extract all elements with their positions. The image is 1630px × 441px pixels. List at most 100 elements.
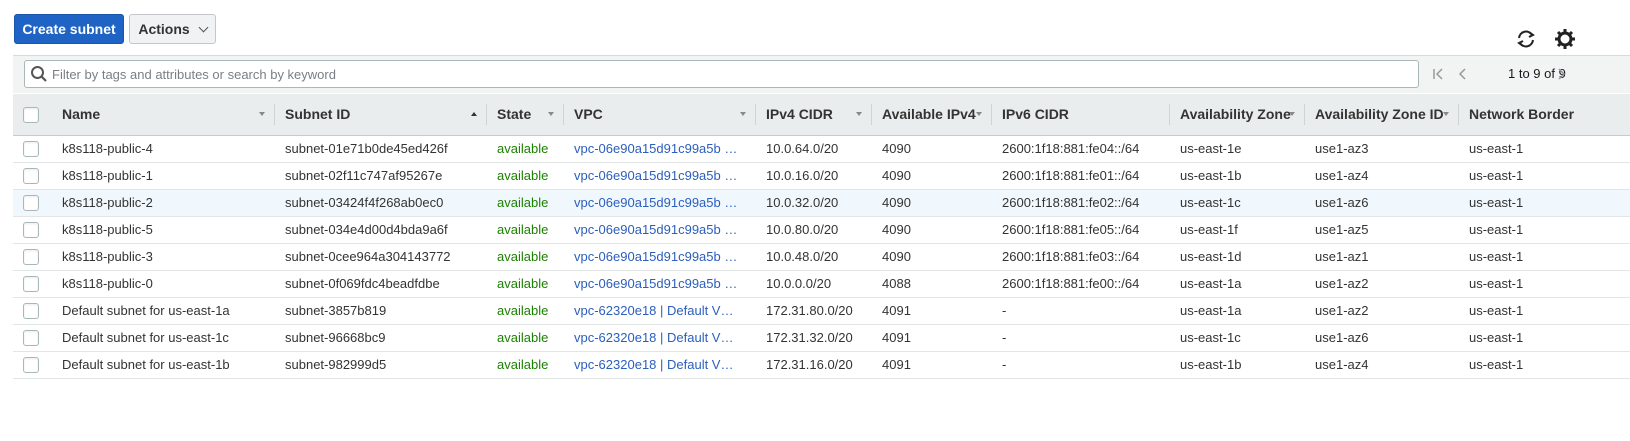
- next-page-icon[interactable]: [1555, 66, 1569, 82]
- row-checkbox[interactable]: [13, 162, 52, 190]
- cell-availability-zone-id: use1-az2: [1305, 270, 1459, 298]
- cell-availability-zone: us-east-1b: [1170, 351, 1305, 379]
- cell-ipv4-cidr: 172.31.16.0/20: [756, 351, 872, 379]
- row-checkbox[interactable]: [13, 135, 52, 163]
- cell-network-border: us-east-1: [1459, 162, 1630, 190]
- column-header-ipv4-cidr[interactable]: IPv4 CIDR: [756, 94, 872, 136]
- table-row[interactable]: k8s118-public-4 subnet-01e71b0de45ed426f a…: [13, 135, 1630, 163]
- cell-availability-zone-id: use1-az4: [1305, 162, 1459, 190]
- cell-subnet-id: subnet-0f069fdc4beadfdbe: [275, 270, 487, 298]
- column-header-state[interactable]: State: [487, 94, 564, 136]
- row-checkbox[interactable]: [13, 324, 52, 352]
- table-row[interactable]: Default subnet for us-east-1b subnet-9829…: [13, 351, 1630, 379]
- cell-name: Default subnet for us-east-1c: [52, 324, 275, 352]
- table-row[interactable]: k8s118-public-3 subnet-0cee964a304143772 a…: [13, 243, 1630, 271]
- cell-availability-zone: us-east-1a: [1170, 270, 1305, 298]
- cell-subnet-id: subnet-982999d5: [275, 351, 487, 379]
- cell-availability-zone: us-east-1c: [1170, 189, 1305, 217]
- cell-ipv4-cidr: 10.0.32.0/20: [756, 189, 872, 217]
- cell-vpc[interactable]: vpc-62320e18 | Default V…: [564, 324, 756, 352]
- cell-network-border: us-east-1: [1459, 189, 1630, 217]
- cell-state: available: [487, 351, 564, 379]
- select-all-checkbox[interactable]: [13, 94, 52, 136]
- column-header-name[interactable]: Name: [52, 94, 275, 136]
- cell-subnet-id: subnet-0cee964a304143772: [275, 243, 487, 271]
- actions-dropdown-button[interactable]: Actions: [129, 14, 216, 44]
- cell-state: available: [487, 243, 564, 271]
- previous-page-icon[interactable]: [1455, 66, 1469, 82]
- cell-vpc[interactable]: vpc-06e90a15d91c99a5b …: [564, 135, 756, 163]
- cell-vpc[interactable]: vpc-06e90a15d91c99a5b …: [564, 216, 756, 244]
- column-header-vpc[interactable]: VPC: [564, 94, 756, 136]
- cell-ipv6-cidr: 2600:1f18:881:fe03::/64: [992, 243, 1170, 271]
- row-checkbox[interactable]: [13, 243, 52, 271]
- table-row[interactable]: k8s118-public-5 subnet-034e4d00d4bda9a6f a…: [13, 216, 1630, 244]
- cell-name: k8s118-public-4: [52, 135, 275, 163]
- cell-name: k8s118-public-2: [52, 189, 275, 217]
- cell-available-ipv4: 4091: [872, 351, 992, 379]
- cell-vpc[interactable]: vpc-06e90a15d91c99a5b …: [564, 243, 756, 271]
- row-checkbox[interactable]: [13, 297, 52, 325]
- cell-ipv6-cidr: 2600:1f18:881:fe02::/64: [992, 189, 1170, 217]
- table-row[interactable]: k8s118-public-1 subnet-02f11c747af95267e a…: [13, 162, 1630, 190]
- cell-availability-zone-id: use1-az1: [1305, 243, 1459, 271]
- cell-ipv4-cidr: 10.0.48.0/20: [756, 243, 872, 271]
- cell-network-border: us-east-1: [1459, 243, 1630, 271]
- cell-available-ipv4: 4090: [872, 162, 992, 190]
- cell-availability-zone-id: use1-az5: [1305, 216, 1459, 244]
- cell-availability-zone-id: use1-az2: [1305, 297, 1459, 325]
- cell-name: k8s118-public-5: [52, 216, 275, 244]
- cell-name: k8s118-public-1: [52, 162, 275, 190]
- cell-subnet-id: subnet-03424f4f268ab0ec0: [275, 189, 487, 217]
- row-checkbox[interactable]: [13, 189, 52, 217]
- gear-icon[interactable]: [1553, 27, 1577, 51]
- cell-network-border: us-east-1: [1459, 297, 1630, 325]
- cell-vpc[interactable]: vpc-62320e18 | Default V…: [564, 297, 756, 325]
- cell-ipv4-cidr: 10.0.80.0/20: [756, 216, 872, 244]
- create-subnet-button[interactable]: Create subnet: [14, 14, 124, 44]
- cell-network-border: us-east-1: [1459, 216, 1630, 244]
- cell-available-ipv4: 4090: [872, 189, 992, 217]
- cell-vpc[interactable]: vpc-06e90a15d91c99a5b …: [564, 270, 756, 298]
- search-icon: [30, 65, 48, 83]
- cell-vpc[interactable]: vpc-06e90a15d91c99a5b …: [564, 162, 756, 190]
- cell-network-border: us-east-1: [1459, 135, 1630, 163]
- cell-ipv6-cidr: 2600:1f18:881:fe01::/64: [992, 162, 1170, 190]
- cell-available-ipv4: 4090: [872, 216, 992, 244]
- cell-ipv4-cidr: 10.0.64.0/20: [756, 135, 872, 163]
- refresh-icon[interactable]: [1514, 27, 1538, 51]
- cell-ipv6-cidr: -: [992, 297, 1170, 325]
- cell-ipv4-cidr: 172.31.32.0/20: [756, 324, 872, 352]
- cell-state: available: [487, 162, 564, 190]
- column-header-availability-zone-id[interactable]: Availability Zone ID: [1305, 94, 1459, 136]
- first-page-icon[interactable]: [1431, 66, 1445, 82]
- column-header-ipv6-cidr[interactable]: IPv6 CIDR: [992, 94, 1170, 136]
- table-row[interactable]: k8s118-public-2 subnet-03424f4f268ab0ec0 a…: [13, 189, 1630, 217]
- column-header-subnet-id[interactable]: Subnet ID: [275, 94, 487, 136]
- cell-name: k8s118-public-0: [52, 270, 275, 298]
- cell-ipv4-cidr: 172.31.80.0/20: [756, 297, 872, 325]
- row-checkbox[interactable]: [13, 270, 52, 298]
- table-row[interactable]: Default subnet for us-east-1a subnet-3857…: [13, 297, 1630, 325]
- cell-ipv4-cidr: 10.0.16.0/20: [756, 162, 872, 190]
- cell-vpc[interactable]: vpc-06e90a15d91c99a5b …: [564, 189, 756, 217]
- cell-vpc[interactable]: vpc-62320e18 | Default V…: [564, 351, 756, 379]
- cell-available-ipv4: 4088: [872, 270, 992, 298]
- search-input[interactable]: [24, 60, 1419, 88]
- column-header-network-border[interactable]: Network Border: [1459, 94, 1630, 136]
- row-checkbox[interactable]: [13, 351, 52, 379]
- cell-available-ipv4: 4090: [872, 243, 992, 271]
- column-header-available-ipv4[interactable]: Available IPv4: [872, 94, 992, 136]
- cell-subnet-id: subnet-3857b819: [275, 297, 487, 325]
- cell-ipv6-cidr: 2600:1f18:881:fe00::/64: [992, 270, 1170, 298]
- cell-availability-zone-id: use1-az6: [1305, 324, 1459, 352]
- cell-ipv6-cidr: 2600:1f18:881:fe04::/64: [992, 135, 1170, 163]
- cell-availability-zone-id: use1-az3: [1305, 135, 1459, 163]
- table-row[interactable]: Default subnet for us-east-1c subnet-9666…: [13, 324, 1630, 352]
- cell-availability-zone: us-east-1d: [1170, 243, 1305, 271]
- cell-ipv6-cidr: -: [992, 324, 1170, 352]
- row-checkbox[interactable]: [13, 216, 52, 244]
- cell-ipv6-cidr: -: [992, 351, 1170, 379]
- table-row[interactable]: k8s118-public-0 subnet-0f069fdc4beadfdbe a…: [13, 270, 1630, 298]
- column-header-availability-zone[interactable]: Availability Zone: [1170, 94, 1305, 136]
